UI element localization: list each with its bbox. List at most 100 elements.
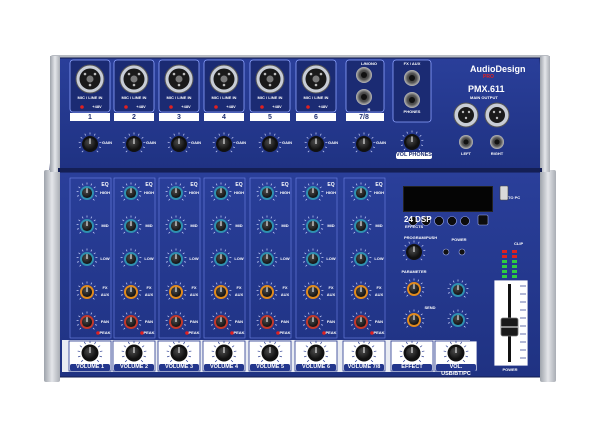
xlr-jack-1 xyxy=(87,76,94,83)
jack-hole xyxy=(495,140,500,145)
mixer-photo: MIC / LINE IN+48V1MIC / LINE IN+48V2MIC … xyxy=(0,0,600,434)
right-side-frame xyxy=(540,170,556,382)
phantom-led-6 xyxy=(306,105,310,109)
gain-label-7/8: GAIN xyxy=(376,141,386,145)
xlr-pin xyxy=(264,73,267,76)
xlr-pin xyxy=(499,111,501,113)
xlr-pin xyxy=(138,73,141,76)
xlr-pin xyxy=(89,84,92,87)
pan-label-1: PAN xyxy=(101,320,109,324)
xlr-pin xyxy=(94,73,97,76)
phantom-led-1 xyxy=(80,105,84,109)
xlr-pin xyxy=(84,73,87,76)
transport-button-4 xyxy=(461,217,470,226)
eq-label-6: EQ xyxy=(327,183,334,188)
vol-phones-label: VOL PHONES xyxy=(396,152,432,159)
peak-label-4: PEAK xyxy=(233,331,244,335)
xlr-pin xyxy=(315,84,318,87)
xlr-pin xyxy=(269,84,272,87)
low-label-3: LOW xyxy=(189,257,198,261)
high-label-5: HIGH xyxy=(280,191,290,195)
xlr-jack-2 xyxy=(131,76,138,83)
high-label-4: HIGH xyxy=(234,191,244,195)
mid-label-7/8: MID xyxy=(375,224,382,228)
fx-label-4: FX xyxy=(236,286,241,290)
dsp-label: 24 DSP xyxy=(404,216,432,224)
phantom-led-3 xyxy=(169,105,173,109)
mid-label-5: MID xyxy=(281,224,288,228)
peak-label-3: PEAK xyxy=(188,331,199,335)
gain-label-1: GAIN xyxy=(102,141,112,145)
meter-led-right-4 xyxy=(512,270,517,273)
xlr-pin xyxy=(228,73,231,76)
jack-hole xyxy=(361,94,367,100)
gain-label-4: GAIN xyxy=(236,141,246,145)
jack-hole xyxy=(409,75,415,81)
aux-label-6: AUX xyxy=(327,293,335,297)
mic-line-in-label-2: MIC / LINE IN xyxy=(122,96,147,100)
volume-label-1: VOLUME 2 xyxy=(114,364,154,371)
mid-label-2: MID xyxy=(145,224,152,228)
mid-label-1: MID xyxy=(101,224,108,228)
xlr-pin xyxy=(496,117,498,119)
dsp-display xyxy=(403,186,493,212)
meter-led-right-1 xyxy=(512,255,517,258)
low-label-5: LOW xyxy=(280,257,289,261)
pan-label-5: PAN xyxy=(281,320,289,324)
peak-label-5: PEAK xyxy=(279,331,290,335)
power-switch xyxy=(478,215,488,225)
to-pc-label: TO PC xyxy=(508,196,520,200)
jack-hole xyxy=(464,140,469,145)
mic-line-in-label-4: MIC / LINE IN xyxy=(212,96,237,100)
eq-label-1: EQ xyxy=(101,183,108,188)
phantom-label-4: +48V xyxy=(226,105,235,109)
phantom-led-4 xyxy=(214,105,218,109)
brand-sub: PRO xyxy=(483,74,494,80)
xlr-pin xyxy=(223,84,226,87)
pan-label-6: PAN xyxy=(327,320,335,324)
peak-label-6: PEAK xyxy=(325,331,336,335)
volume-label-6: VOLUME 7/8 xyxy=(344,364,384,371)
high-label-6: HIGH xyxy=(326,191,336,195)
transport-button-2 xyxy=(435,217,444,226)
xlr-pin xyxy=(468,111,470,113)
aux-label-4: AUX xyxy=(235,293,243,297)
phones-label: PHONES xyxy=(404,110,421,114)
xlr-pin xyxy=(178,84,181,87)
aux-label-2: AUX xyxy=(145,293,153,297)
eq-label-2: EQ xyxy=(145,183,152,188)
aux-label-3: AUX xyxy=(190,293,198,297)
parameter-label: PARAMETER xyxy=(401,270,426,274)
r-label: R xyxy=(368,108,371,112)
mic-line-in-label-5: MIC / LINE IN xyxy=(258,96,283,100)
right-label: RIGHT xyxy=(491,152,503,156)
clip-label: CLIP xyxy=(514,242,523,246)
meter-led-right-5 xyxy=(512,275,517,278)
xlr-pin xyxy=(465,117,467,119)
volume-label-5: VOLUME 6 xyxy=(296,364,336,371)
gain-label-5: GAIN xyxy=(282,141,292,145)
brand-name: AudioDesign xyxy=(470,64,526,74)
phantom-led-5 xyxy=(260,105,264,109)
channel-number-2: 2 xyxy=(132,114,136,121)
fx-label-1: FX xyxy=(102,286,107,290)
meter-led-left-5 xyxy=(502,275,507,278)
xlr-pin xyxy=(173,73,176,76)
power-fader-label: POWER xyxy=(502,368,517,372)
meter-led-left-3 xyxy=(502,265,507,268)
xlr-pin xyxy=(128,73,131,76)
left-side-frame xyxy=(44,170,60,382)
meter-led-left-4 xyxy=(502,270,507,273)
fx-label-6: FX xyxy=(328,286,333,290)
channel-number-4: 4 xyxy=(222,114,226,121)
fx-label-2: FX xyxy=(146,286,151,290)
xlr-pin xyxy=(274,73,277,76)
eq-label-3: EQ xyxy=(190,183,197,188)
left-label: LEFT xyxy=(461,152,471,156)
volume-label-4: VOLUME 5 xyxy=(250,364,290,371)
low-label-1: LOW xyxy=(100,257,109,261)
volume-label-3: VOLUME 4 xyxy=(204,364,244,371)
low-label-4: LOW xyxy=(234,257,243,261)
xlr-pin xyxy=(462,111,464,113)
mid-label-3: MID xyxy=(190,224,197,228)
